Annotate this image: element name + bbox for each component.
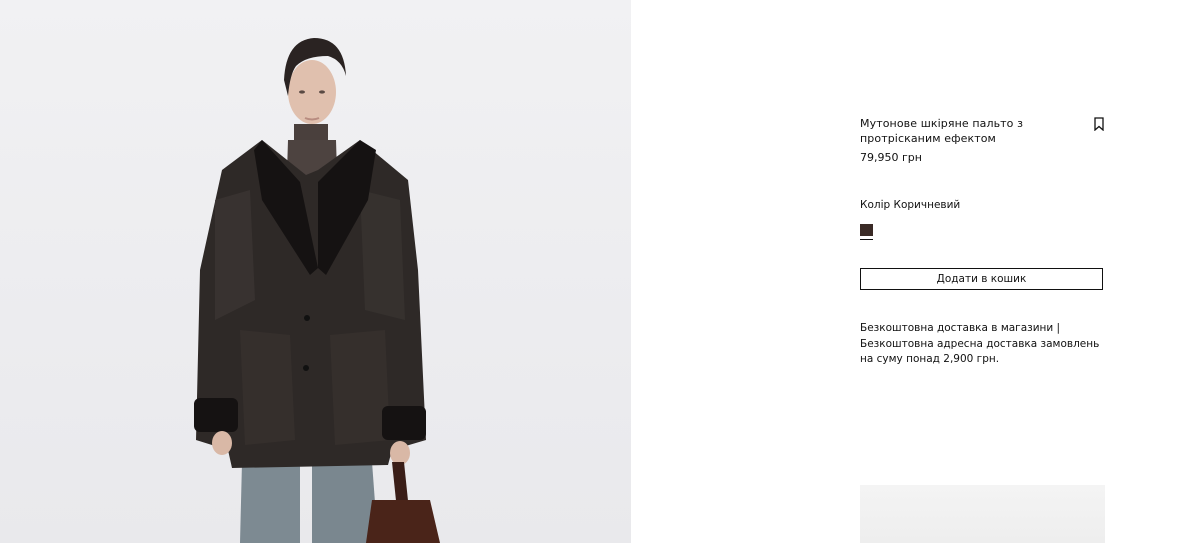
add-to-cart-button[interactable]: Додати в кошик: [860, 268, 1103, 290]
color-label: Колір Коричневий: [860, 199, 961, 211]
title-row: Мутонове шкіряне пальто з протрісканим е…: [860, 116, 1105, 146]
bottom-image-placeholder: [860, 485, 1105, 543]
color-swatch-selected[interactable]: [860, 224, 873, 240]
product-title: Мутонове шкіряне пальто з протрісканим е…: [860, 117, 1024, 145]
shipping-info: Безкоштовна доставка в магазини | Безкош…: [860, 322, 1100, 365]
product-image[interactable]: [0, 0, 631, 543]
model-photo-illustration: [194, 38, 440, 543]
bookmark-icon[interactable]: [1093, 117, 1105, 131]
product-price: 79,950 грн: [860, 151, 922, 164]
color-swatch: [860, 224, 873, 236]
